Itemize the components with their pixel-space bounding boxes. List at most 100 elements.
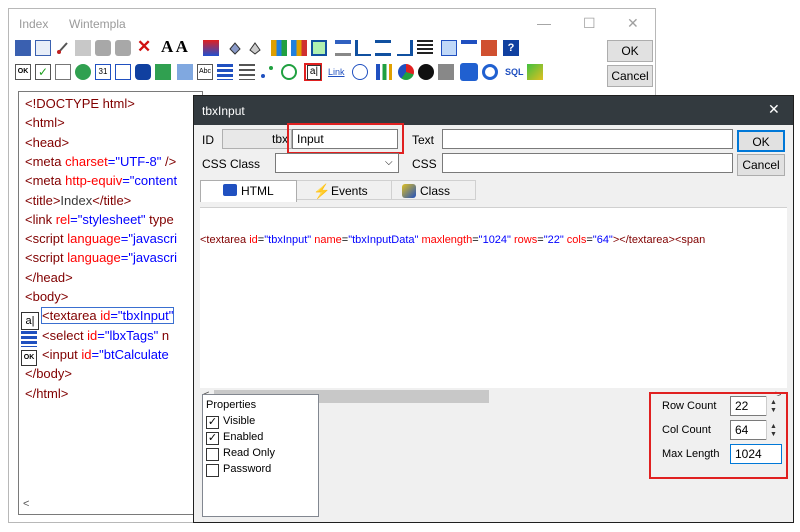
ghost-icon[interactable]	[135, 64, 151, 80]
code-tag: <input	[42, 346, 82, 362]
pen-icon[interactable]	[247, 40, 263, 56]
editor-attr: name	[314, 234, 342, 246]
align-right-icon[interactable]	[397, 40, 413, 56]
web-icon[interactable]	[352, 64, 368, 80]
html-editor[interactable]: <textarea id="tbxInput" name="tbxInputDa…	[200, 207, 787, 388]
tab-html[interactable]: HTML	[200, 180, 297, 202]
dropdown-icon[interactable]	[115, 64, 131, 80]
code-line: <textarea id="tbxInput"	[40, 307, 175, 325]
css-input[interactable]	[442, 153, 733, 173]
dialog-ok-button[interactable]: OK	[737, 130, 785, 152]
checkbox-enabled[interactable]: ✓	[206, 432, 219, 445]
table-icon[interactable]	[461, 40, 477, 56]
row-count-stepper[interactable]: ▲ ▼	[766, 396, 782, 416]
expand-icon[interactable]	[441, 40, 457, 56]
checkbox-password[interactable]	[206, 464, 219, 477]
editor-tag: </textarea	[619, 234, 669, 246]
sql-icon[interactable]: SQL	[505, 64, 525, 80]
fill-icon[interactable]	[227, 40, 243, 56]
redo-icon[interactable]	[115, 40, 131, 56]
window-title-app: Wintempla	[69, 17, 126, 31]
radio-icon[interactable]	[281, 64, 297, 80]
ok-control-icon[interactable]: OK	[15, 64, 31, 80]
checkbox-control-icon[interactable]: ✓	[35, 64, 51, 80]
code-str: ="content	[122, 173, 178, 189]
id-highlight-box	[287, 123, 404, 154]
code-tag: <select	[42, 327, 88, 343]
align-center-icon[interactable]	[375, 40, 391, 56]
code-attr: charset	[65, 153, 108, 169]
align-left-icon[interactable]	[355, 40, 371, 56]
listview-icon[interactable]	[239, 64, 255, 80]
grid-icon[interactable]	[481, 40, 497, 56]
label-icon[interactable]: Abc	[197, 64, 213, 80]
window-title-bar: Index Wintempla — ☐ ✕	[9, 9, 655, 37]
chevron-down-icon[interactable]: ⌵	[385, 157, 393, 168]
code-str: ="lbxTags"	[97, 327, 159, 343]
delete-icon[interactable]: ✕	[137, 38, 153, 55]
picture-icon[interactable]	[155, 64, 171, 80]
code-attr: id	[87, 327, 98, 343]
editor-attr: maxlength	[421, 234, 473, 246]
text-input[interactable]	[442, 129, 733, 149]
image-icon[interactable]	[177, 64, 193, 80]
checkbox-label: Enabled	[223, 431, 264, 443]
dialog-close-button[interactable]: ✕	[768, 101, 780, 118]
layout-icon[interactable]	[460, 63, 478, 81]
pie-chart-icon[interactable]	[398, 64, 414, 80]
max-length-input[interactable]: 1024	[730, 444, 782, 464]
keyboard-icon[interactable]	[438, 64, 454, 80]
col-count-stepper[interactable]: ▲ ▼	[766, 420, 782, 440]
code-tag: <body>	[25, 289, 69, 304]
refresh-icon[interactable]	[482, 64, 498, 80]
tree-icon[interactable]	[259, 64, 275, 80]
code-tag: <script	[25, 231, 68, 247]
cut-icon[interactable]	[55, 40, 71, 56]
menu-icon[interactable]	[335, 40, 351, 56]
editor-value: "tbxInputData"	[348, 234, 419, 246]
chart-bars-2-icon[interactable]	[291, 40, 307, 56]
link-icon[interactable]: Link	[328, 64, 350, 80]
checkbox-visible[interactable]: ✓	[206, 416, 219, 429]
list-icon[interactable]	[217, 64, 233, 80]
tab-events[interactable]: ⚡ Events	[297, 180, 392, 200]
frame-icon[interactable]	[311, 40, 327, 56]
textarea-tool-icon[interactable]: a|	[304, 63, 322, 81]
code-line: <!DOCTYPE html>	[25, 96, 135, 111]
undo-icon[interactable]	[95, 40, 111, 56]
minimize-button[interactable]: —	[537, 15, 551, 31]
justify-icon[interactable]	[417, 40, 433, 56]
cancel-button[interactable]: Cancel	[607, 65, 653, 87]
auto-text-icon[interactable]	[203, 40, 219, 56]
groupbox-icon[interactable]	[55, 64, 71, 80]
css-class-select[interactable]	[275, 153, 399, 173]
scroll-left-arrow[interactable]: <	[23, 498, 29, 510]
textarea-line-icon: a|	[21, 312, 39, 330]
emoji-icon[interactable]	[75, 64, 91, 80]
dialog-cancel-button[interactable]: Cancel	[737, 154, 785, 176]
html-code-view[interactable]: <!DOCTYPE html> <html> <head> <meta charset…	[18, 91, 203, 515]
code-tag: </body>	[25, 366, 72, 382]
calendar-icon[interactable]: 31	[95, 64, 111, 80]
maximize-button[interactable]: ☐	[583, 15, 596, 32]
bar-chart-icon[interactable]	[376, 64, 392, 80]
help-icon[interactable]: ?	[503, 40, 519, 56]
code-tag: <meta	[25, 173, 66, 189]
ok-button[interactable]: OK	[607, 40, 653, 62]
code-tag: <script	[25, 250, 68, 266]
chart-bars-icon[interactable]	[271, 40, 287, 56]
save-icon[interactable]	[15, 40, 31, 56]
checkbox-read-only[interactable]	[206, 448, 219, 461]
close-button[interactable]: ✕	[627, 15, 639, 32]
paste-icon[interactable]	[75, 40, 91, 56]
code-tag: </head>	[25, 269, 73, 285]
tab-class[interactable]: Class	[392, 180, 476, 200]
font-size-icon[interactable]: A A	[161, 38, 195, 55]
sigma-icon[interactable]	[527, 64, 543, 80]
code-attr: rel	[55, 211, 71, 227]
code-line: <body>	[25, 289, 68, 304]
copy-icon[interactable]	[35, 40, 51, 56]
gauge-icon[interactable]	[418, 64, 434, 80]
code-attr: id	[81, 346, 92, 362]
input-line-icon: OK	[21, 350, 37, 366]
